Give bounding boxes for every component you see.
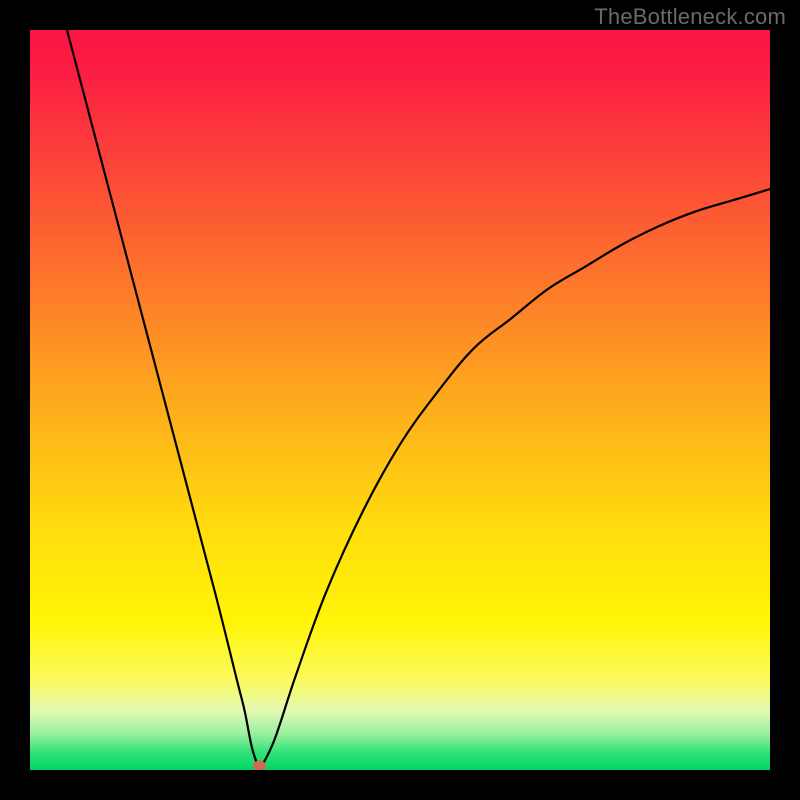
plot-area [30, 30, 770, 770]
chart-frame: TheBottleneck.com [0, 0, 800, 800]
curve-left-branch [67, 30, 259, 770]
curve-svg [30, 30, 770, 770]
minimum-marker [253, 761, 265, 770]
curve-right-branch [259, 189, 770, 770]
watermark-text: TheBottleneck.com [594, 4, 786, 30]
